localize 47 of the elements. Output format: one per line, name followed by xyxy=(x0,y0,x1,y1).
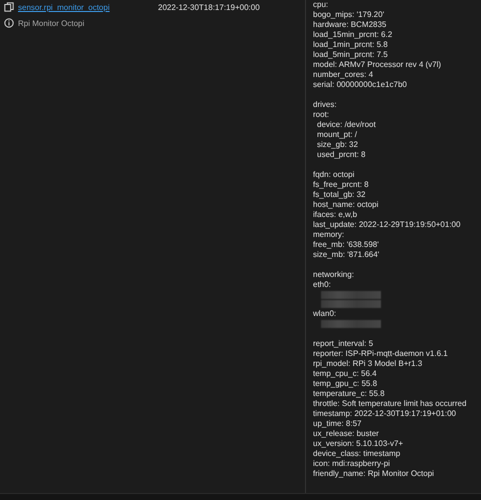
info-icon[interactable] xyxy=(4,18,14,28)
attribute-text: fqdn: octopi xyxy=(313,170,356,180)
attribute-text: fs_free_prcnt: 8 xyxy=(313,180,370,190)
attribute-text: size_mb: '871.664' xyxy=(313,250,380,260)
entity-link[interactable]: sensor.rpi_monitor_octopi xyxy=(18,2,110,12)
attribute-text: eth0: xyxy=(313,280,332,290)
attribute-text: fs_total_gb: 32 xyxy=(313,190,366,200)
attribute-text: last_update: 2022-12-29T19:19:50+01:00 xyxy=(313,220,462,230)
attribute-text: temp_gpu_c: 55.8 xyxy=(313,379,378,389)
attribute-text: hardware: BCM2835 xyxy=(313,20,388,30)
attribute-text: rpi_model: RPi 3 Model B+r1.3 xyxy=(313,359,424,369)
attribute-text: reporter: ISP-RPi-mqtt-daemon v1.6.1 xyxy=(313,349,449,359)
attribute-text: ifaces: e,w,b xyxy=(313,210,358,220)
attribute-text: model: ARMv7 Processor rev 4 (v7l) xyxy=(313,60,442,70)
attribute-text: mount_pt: / xyxy=(317,130,358,140)
attribute-text: host_name: octopi xyxy=(313,200,380,210)
attribute-text: networking: xyxy=(313,270,355,280)
attribute-text: root: xyxy=(313,110,330,120)
attribute-text: ux_release: buster xyxy=(313,429,380,439)
attribute-text: free_mb: '638.598' xyxy=(313,240,380,250)
attribute-text: ux_version: 5.10.103-v7+ xyxy=(313,439,404,449)
attribute-text: up_time: 8:57 xyxy=(313,419,362,429)
attribute-text: load_1min_prcnt: 5.8 xyxy=(313,40,389,50)
attribute-text: memory: xyxy=(313,230,346,240)
state-text: 2022-12-30T18:17:19+00:00 xyxy=(158,2,260,12)
attribute-text: load_5min_prcnt: 7.5 xyxy=(313,50,389,60)
attribute-text: cpu: xyxy=(313,0,330,10)
attribute-text: device: /dev/root xyxy=(317,120,377,130)
attribute-text: used_prcnt: 8 xyxy=(317,150,366,160)
redacted-block xyxy=(321,320,381,328)
attribute-text: number_cores: 4 xyxy=(313,70,374,80)
entity-name: Rpi Monitor Octopi xyxy=(18,18,84,28)
attribute-text: timestamp: 2022-12-30T19:17:19+01:00 xyxy=(313,409,457,419)
attribute-text: temp_cpu_c: 56.4 xyxy=(313,369,378,379)
attribute-text: temperature_c: 55.8 xyxy=(313,389,386,399)
attribute-text: wlan0: xyxy=(313,309,338,319)
attribute-text: friendly_name: Rpi Monitor Octopi xyxy=(313,469,435,479)
copy-icon[interactable] xyxy=(4,2,14,12)
attribute-text: size_gb: 32 xyxy=(317,140,359,150)
attribute-text: bogo_mips: '179.20' xyxy=(313,10,386,20)
attribute-text: throttle: Soft temperature limit has occurred xyxy=(313,399,468,409)
attribute-text: icon: mdi:raspberry-pi xyxy=(313,459,391,469)
attribute-text: device_class: timestamp xyxy=(313,449,402,459)
attribute-text: load_15min_prcnt: 6.2 xyxy=(313,30,394,40)
attribute-text: report_interval: 5 xyxy=(313,339,374,349)
attribute-text: drives: xyxy=(313,100,338,110)
attribute-text: serial: 00000000c1e1c7b0 xyxy=(313,80,408,90)
